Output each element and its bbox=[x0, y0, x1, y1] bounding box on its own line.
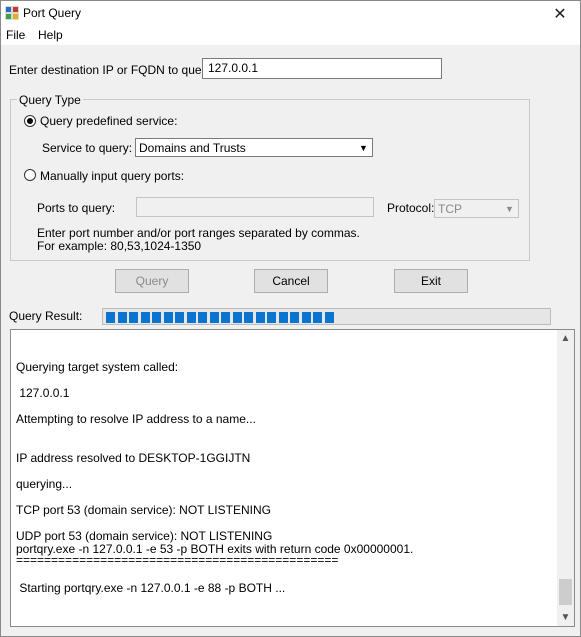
output-line: querying... bbox=[16, 477, 73, 491]
service-select[interactable]: Domains and Trusts ▼ bbox=[135, 138, 373, 157]
progress-segment bbox=[175, 312, 184, 323]
progress-segment bbox=[244, 312, 253, 323]
progress-segment bbox=[301, 312, 311, 323]
service-select-value[interactable]: Domains and Trusts bbox=[139, 141, 246, 155]
exit-button[interactable]: Exit bbox=[394, 269, 468, 293]
output-line: 127.0.0.1 bbox=[16, 386, 70, 400]
ports-to-query-label: Ports to query: bbox=[37, 201, 116, 215]
output-scrollbar[interactable]: ▲ ▼ bbox=[557, 330, 574, 626]
manual-ports-label[interactable]: Manually input query ports: bbox=[40, 169, 184, 183]
close-button[interactable]: ✕ bbox=[540, 1, 580, 27]
scroll-down-icon[interactable]: ▼ bbox=[557, 609, 574, 626]
manual-ports-radio[interactable] bbox=[24, 169, 36, 181]
progress-segment bbox=[198, 312, 207, 323]
ports-hint-line2: For example: 80,53,1024-1350 bbox=[37, 239, 202, 253]
output-line: TCP port 53 (domain service): NOT LISTEN… bbox=[16, 503, 271, 517]
output-line: Starting portqry.exe -n 127.0.0.1 -e 88 … bbox=[16, 581, 286, 595]
ports-hint-line1: Enter port number and/or port ranges sep… bbox=[37, 226, 360, 240]
progress-segment bbox=[117, 312, 127, 323]
title-bar: Port Query ✕ bbox=[1, 1, 580, 27]
protocol-label: Protocol: bbox=[387, 201, 435, 215]
query-button[interactable]: Query bbox=[115, 269, 189, 293]
service-to-query-label: Service to query: bbox=[42, 141, 133, 155]
progress-segment bbox=[186, 312, 196, 323]
output-line: ========================================… bbox=[16, 553, 339, 567]
output-line: Querying target system called: bbox=[16, 360, 179, 374]
progress-segment bbox=[232, 312, 242, 323]
destination-input[interactable]: 127.0.0.1 bbox=[202, 58, 442, 79]
app-icon bbox=[5, 6, 19, 20]
progress-segment bbox=[324, 312, 334, 323]
chevron-down-icon[interactable]: ▼ bbox=[356, 140, 371, 155]
menu-bar: File Help bbox=[1, 27, 580, 45]
progress-segment bbox=[209, 312, 219, 323]
progress-segment bbox=[152, 312, 161, 323]
protocol-select-value[interactable]: TCP bbox=[438, 202, 462, 216]
ports-input[interactable] bbox=[136, 197, 374, 217]
query-type-group-label: Query Type bbox=[17, 93, 83, 107]
progress-segment bbox=[221, 312, 230, 323]
menu-file[interactable]: File bbox=[6, 28, 25, 42]
output-line: UDP port 53 (domain service): NOT LISTEN… bbox=[16, 529, 273, 543]
progress-segment bbox=[290, 312, 299, 323]
window-title: Port Query bbox=[23, 6, 82, 20]
destination-label: Enter destination IP or FQDN to query: bbox=[9, 63, 215, 77]
scroll-up-icon[interactable]: ▲ bbox=[557, 330, 574, 347]
progress-segment bbox=[255, 312, 265, 323]
progress-segment bbox=[278, 312, 288, 323]
progress-segment bbox=[163, 312, 173, 323]
predefined-service-label[interactable]: Query predefined service: bbox=[40, 114, 177, 128]
port-query-window: Port Query ✕ File Help Enter destination… bbox=[0, 0, 581, 637]
progress-segment bbox=[106, 312, 115, 323]
query-output-pane[interactable]: Querying target system called: 127.0.0.1… bbox=[10, 329, 575, 627]
output-line: Attempting to resolve IP address to a na… bbox=[16, 412, 256, 426]
close-icon[interactable]: ✕ bbox=[553, 4, 566, 24]
protocol-select[interactable]: TCP ▼ bbox=[434, 199, 519, 218]
progress-segment bbox=[267, 312, 276, 323]
progress-segment bbox=[313, 312, 322, 323]
progress-segment bbox=[140, 312, 150, 323]
query-progress-bar bbox=[102, 308, 551, 325]
output-line: IP address resolved to DESKTOP-1GGIJTN bbox=[16, 451, 251, 465]
menu-help[interactable]: Help bbox=[38, 28, 63, 42]
cancel-button[interactable]: Cancel bbox=[254, 269, 328, 293]
progress-segment bbox=[129, 312, 138, 323]
query-result-label: Query Result: bbox=[9, 309, 83, 323]
predefined-service-radio[interactable] bbox=[24, 115, 36, 127]
chevron-down-icon[interactable]: ▼ bbox=[502, 201, 517, 216]
scrollbar-thumb[interactable] bbox=[559, 579, 572, 605]
